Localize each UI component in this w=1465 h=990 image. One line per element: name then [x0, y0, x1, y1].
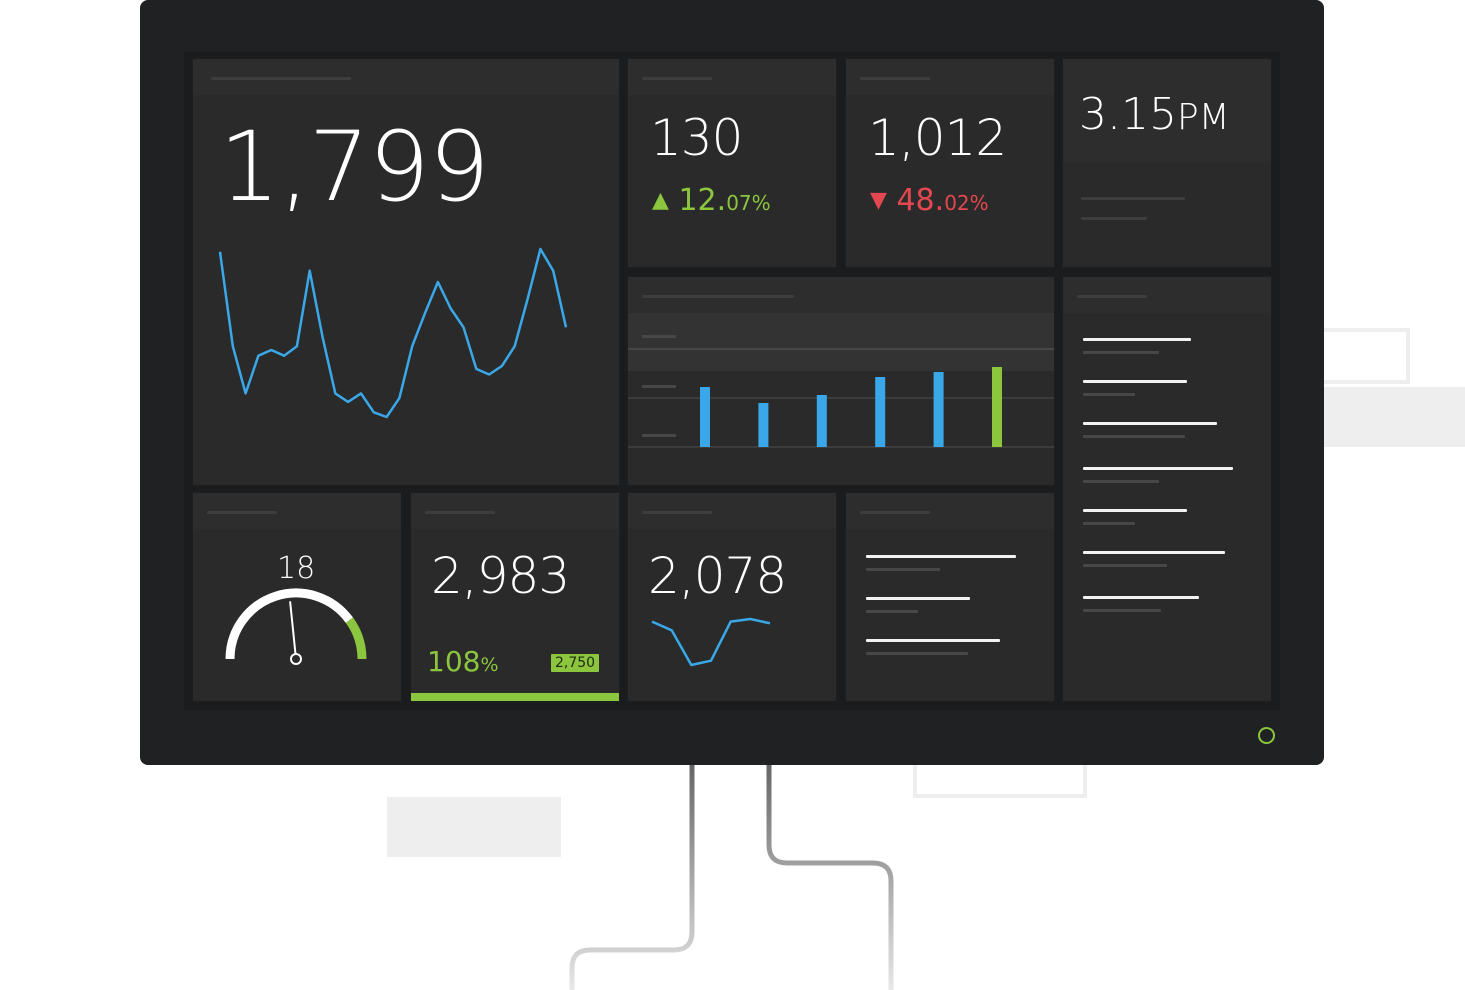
tile-goal: 2,983 108% 2,750: [410, 492, 620, 702]
list-subline: [866, 652, 968, 655]
bar: [700, 387, 710, 447]
tile-list-tall: [1062, 276, 1272, 702]
goal-target-badge: 2,750: [551, 654, 600, 672]
bar-chart: [628, 313, 1054, 448]
metric-down-delta-dec: 02%: [944, 191, 989, 215]
gauge: [225, 588, 367, 665]
tile-gauge: 18: [192, 492, 402, 702]
clock-line-placeholder: [1081, 197, 1185, 200]
bar: [992, 367, 1002, 447]
metric-down-delta: ▼ 48.02%: [870, 183, 989, 218]
tile-title-placeholder: [1077, 295, 1147, 298]
tile-main-metric: 1,799: [192, 58, 620, 486]
metric-up-delta-dec: 07%: [726, 191, 771, 215]
axis-label-placeholder: [642, 335, 676, 338]
list-subline: [1083, 435, 1185, 438]
axis-label-placeholder: [642, 385, 676, 388]
list-subline: [1083, 522, 1135, 525]
clock-line-placeholder: [1081, 217, 1147, 220]
gauge-pivot: [290, 653, 302, 665]
gauge-needle: [289, 601, 297, 660]
power-button-icon[interactable]: [1258, 727, 1275, 744]
sparkline-path: [218, 247, 568, 419]
chart-band: [628, 313, 1054, 371]
dashboard-screen: 1,799 130 ▲ 12.07% 1,012 ▼ 48.02% 3.15PM…: [184, 52, 1280, 710]
tile-list-small: [845, 492, 1055, 702]
list-subline: [1083, 393, 1135, 396]
tile-clock: 3.15PM: [1062, 58, 1272, 268]
list-line: [866, 597, 970, 600]
bar: [875, 377, 886, 447]
tile-title-placeholder: [642, 511, 712, 514]
clock-time: 3.15PM: [1079, 89, 1230, 140]
goal-progress-track: [411, 693, 619, 701]
clock-time-digits: 3.15: [1079, 89, 1177, 140]
gauge-range-high: [345, 617, 367, 660]
bar: [816, 395, 827, 447]
list-line: [1083, 551, 1225, 554]
bar: [758, 403, 769, 447]
list-line: [1083, 467, 1233, 470]
list-line: [1083, 338, 1191, 341]
tile-metric-up: 130 ▲ 12.07%: [627, 58, 837, 268]
list-line: [1083, 596, 1199, 599]
metric-up-value: 130: [650, 109, 743, 167]
arrow-down-icon: ▼: [870, 188, 887, 213]
bar-group: [700, 367, 1002, 447]
tile-title-placeholder: [642, 295, 794, 298]
mini-sparkline: [651, 617, 771, 667]
metric-down-delta-int: 48.: [896, 183, 945, 218]
list-subline: [866, 610, 918, 613]
list-line: [866, 639, 1000, 642]
list-line: [1083, 422, 1217, 425]
list-subline: [1083, 351, 1159, 354]
tile-title-placeholder: [642, 77, 712, 80]
monitor: 1,799 130 ▲ 12.07% 1,012 ▼ 48.02% 3.15PM…: [140, 0, 1324, 765]
list-subline: [1083, 609, 1161, 612]
sparkline-path: [651, 617, 771, 667]
mini-chart-value: 2,078: [648, 547, 787, 605]
list-subline: [1083, 564, 1167, 567]
metric-up-delta-int: 12.: [678, 183, 727, 218]
arrow-up-icon: ▲: [652, 188, 669, 213]
tile-title-placeholder: [860, 511, 930, 514]
tile-title-placeholder: [211, 77, 351, 80]
main-metric-value: 1,799: [219, 111, 490, 223]
axis-label-placeholder: [642, 434, 676, 437]
goal-percent-sign: %: [480, 654, 499, 676]
metric-down-value: 1,012: [868, 109, 1007, 167]
goal-percent-value: 108: [427, 645, 481, 678]
goal-value: 2,983: [431, 547, 570, 605]
list-line: [866, 555, 1016, 558]
main-sparkline: [218, 247, 568, 419]
goal-progress-fill: [411, 693, 619, 701]
list-subline: [866, 568, 940, 571]
list-line: [1083, 380, 1187, 383]
metric-up-delta: ▲ 12.07%: [652, 183, 771, 218]
tile-bar-chart: [627, 276, 1055, 486]
gauge-value: 18: [277, 551, 316, 586]
clock-meridiem: PM: [1176, 97, 1230, 138]
list-line: [1083, 509, 1187, 512]
tile-title-placeholder: [860, 77, 930, 80]
tile-metric-down: 1,012 ▼ 48.02%: [845, 58, 1055, 268]
tile-title-placeholder: [425, 511, 495, 514]
tile-mini-chart: 2,078: [627, 492, 837, 702]
tile-title-placeholder: [207, 511, 277, 514]
goal-percent: 108%: [427, 645, 499, 678]
bar: [933, 372, 944, 447]
list-subline: [1083, 480, 1159, 483]
